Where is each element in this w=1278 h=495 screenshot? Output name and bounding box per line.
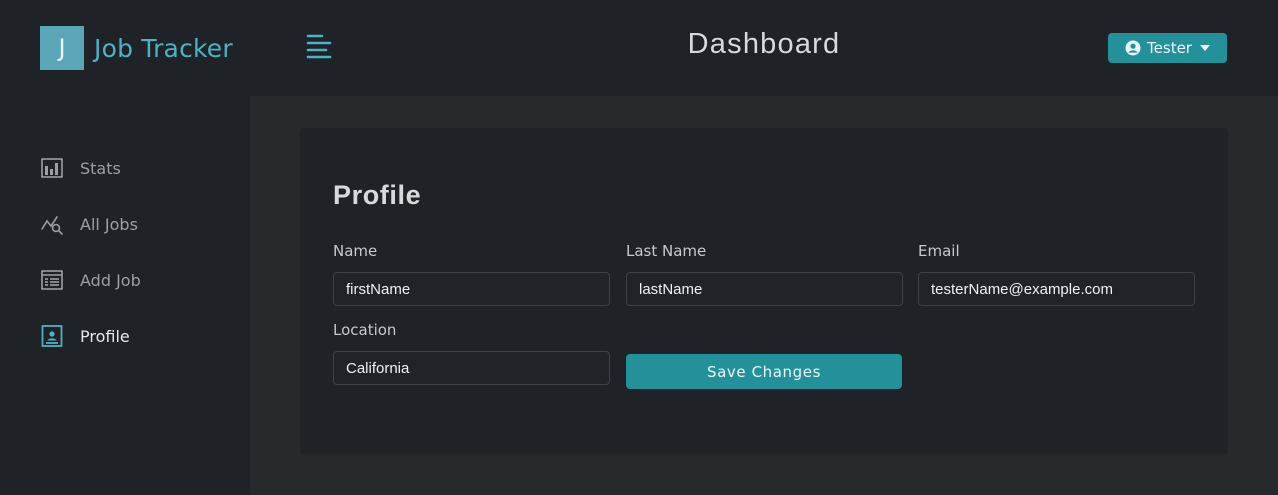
user-menu-button[interactable]: Tester (1108, 33, 1227, 63)
sidebar-item-add-job[interactable]: Add Job (40, 252, 141, 308)
main-content: Profile Name Last Name Email Location Sa… (250, 96, 1278, 495)
sidebar-item-label: Add Job (80, 270, 141, 290)
email-input[interactable] (918, 272, 1195, 306)
sidebar-nav: Stats All Jobs Add Job Profile (40, 140, 141, 364)
user-name: Tester (1147, 39, 1192, 57)
caret-down-icon (1199, 45, 1210, 51)
chart-search-icon (40, 212, 64, 236)
location-input[interactable] (333, 351, 610, 385)
sidebar-item-label: Profile (80, 326, 130, 346)
logo-mark: J (40, 26, 84, 70)
last-name-input[interactable] (626, 272, 903, 306)
profile-card: Profile Name Last Name Email Location Sa… (300, 128, 1228, 454)
user-circle-icon (1125, 40, 1141, 56)
name-field-group: Name (333, 242, 610, 306)
profile-title: Profile (333, 180, 422, 210)
save-changes-button[interactable]: Save Changes (626, 354, 902, 389)
sidebar-item-label: All Jobs (80, 214, 138, 234)
sidebar-item-label: Stats (80, 158, 121, 178)
sidebar-item-stats[interactable]: Stats (40, 140, 141, 196)
name-input[interactable] (333, 272, 610, 306)
email-label: Email (918, 242, 960, 260)
brand-name: Job Tracker (94, 33, 233, 63)
sidebar-item-all-jobs[interactable]: All Jobs (40, 196, 141, 252)
location-field-group: Location (333, 321, 610, 385)
location-label: Location (333, 321, 397, 339)
id-card-icon (40, 324, 64, 348)
email-field-group: Email (918, 242, 1195, 306)
last-name-field-group: Last Name (626, 242, 903, 306)
top-header: Dashboard Tester (250, 0, 1278, 96)
sidebar-item-profile[interactable]: Profile (40, 308, 141, 364)
app-root: J Job Tracker Stats All Jobs Add Job Pro… (0, 0, 1278, 495)
name-label: Name (333, 242, 378, 260)
bar-chart-icon (40, 156, 64, 180)
last-name-label: Last Name (626, 242, 707, 260)
sidebar: J Job Tracker Stats All Jobs Add Job Pro… (0, 0, 250, 495)
form-icon (40, 268, 64, 292)
brand-logo[interactable]: J Job Tracker (40, 26, 233, 70)
